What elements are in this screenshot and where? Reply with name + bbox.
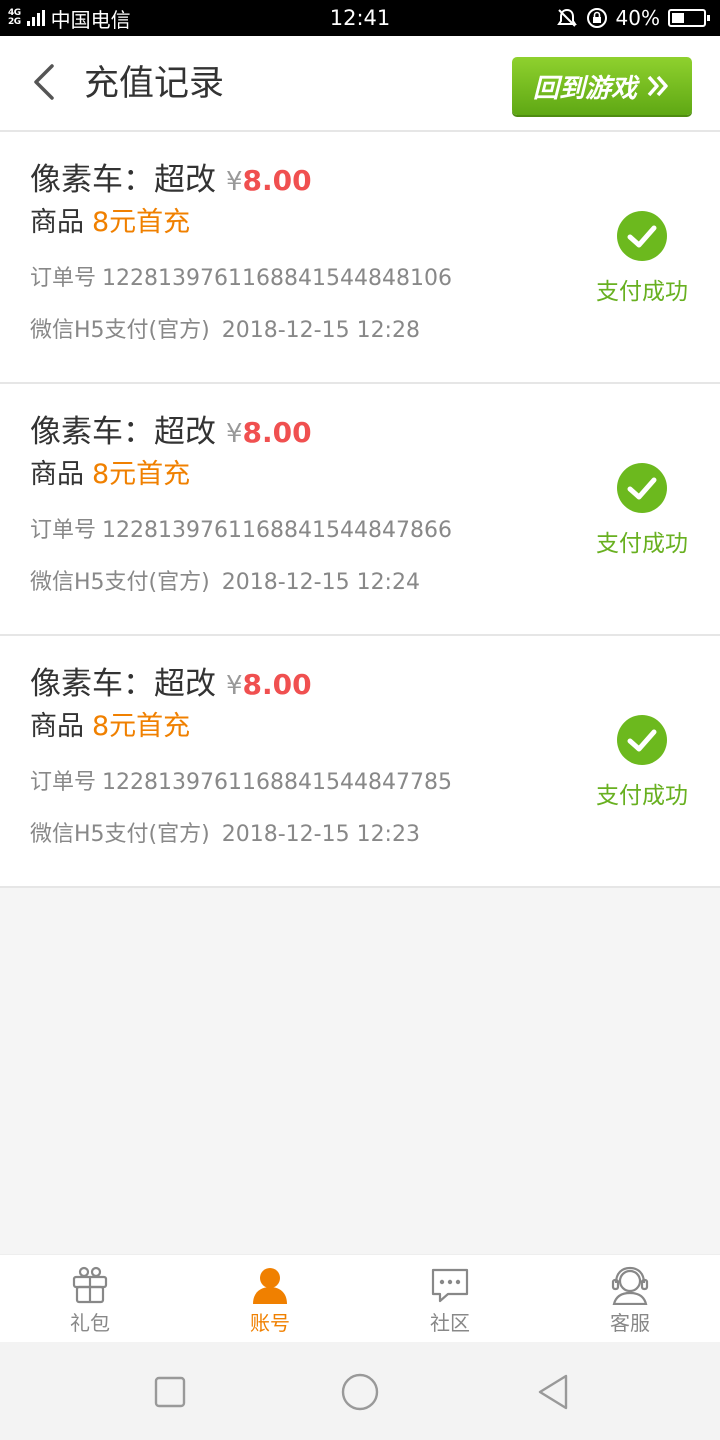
- product-name: 8元首充: [92, 711, 191, 742]
- success-check-icon: [617, 463, 667, 513]
- success-check-icon: [617, 715, 667, 765]
- success-check-icon: [617, 211, 667, 261]
- game-name: 像素车：超改: [30, 162, 216, 198]
- product-name: 8元首充: [92, 459, 191, 490]
- back-triangle-icon[interactable]: [534, 1372, 574, 1412]
- recent-apps-icon[interactable]: [150, 1372, 190, 1412]
- payment-method: 微信H5支付(官方): [30, 318, 210, 343]
- tab-label: 礼包: [70, 1311, 110, 1335]
- payment-status: 支付成功: [586, 462, 698, 558]
- header: 充值记录 回到游戏: [0, 36, 720, 132]
- currency-symbol: ¥: [226, 167, 243, 197]
- headset-icon: [611, 1266, 649, 1305]
- rotation-lock-icon: [586, 8, 607, 28]
- recharge-record[interactable]: 像素车：超改 ¥8.00 商品 8元首充 订单号 122813976116884154…: [0, 132, 720, 384]
- recharge-record[interactable]: 像素车：超改 ¥8.00 商品 8元首充 订单号 122813976116884154…: [0, 384, 720, 636]
- return-to-game-label: 回到游戏: [532, 73, 637, 104]
- currency-symbol: ¥: [226, 419, 243, 449]
- order-label: 订单号: [30, 770, 97, 795]
- recharge-record[interactable]: 像素车：超改 ¥8.00 商品 8元首充 订单号 122813976116884154…: [0, 636, 720, 888]
- payment-datetime: 2018-12-15 12:23: [221, 822, 420, 847]
- chat-bubble-icon: [431, 1268, 469, 1303]
- status-text: 支付成功: [596, 531, 688, 557]
- tab-label: 社区: [430, 1311, 470, 1335]
- order-number: 1228139761168841544847866: [102, 518, 452, 543]
- back-arrow-icon[interactable]: [24, 58, 68, 106]
- amount: 8.00: [242, 164, 312, 197]
- amount: 8.00: [242, 668, 312, 701]
- gift-icon: [72, 1266, 108, 1304]
- home-icon[interactable]: [340, 1372, 380, 1412]
- return-to-game-button[interactable]: 回到游戏: [512, 57, 692, 115]
- product-label: 商品: [30, 459, 84, 490]
- status-text: 支付成功: [596, 783, 688, 809]
- status-bar: 4G 2G 中国电信 12:41 40%: [0, 0, 720, 36]
- order-label: 订单号: [30, 518, 97, 543]
- system-nav-bar: [0, 1342, 720, 1440]
- double-chevron-right-icon: [647, 75, 668, 97]
- tab-gift[interactable]: 礼包: [0, 1255, 180, 1343]
- status-text: 支付成功: [596, 279, 688, 305]
- product-label: 商品: [30, 711, 84, 742]
- bottom-tab-bar: 礼包 账号 社区 客服: [0, 1254, 720, 1342]
- tab-account[interactable]: 账号: [180, 1255, 360, 1343]
- tab-community[interactable]: 社区: [360, 1255, 540, 1343]
- tab-label: 账号: [250, 1311, 290, 1335]
- order-number: 1228139761168841544847785: [102, 770, 452, 795]
- game-name: 像素车：超改: [30, 666, 216, 702]
- payment-method: 微信H5支付(官方): [30, 570, 210, 595]
- order-label: 订单号: [30, 266, 97, 291]
- payment-datetime: 2018-12-15 12:28: [221, 318, 420, 343]
- order-number: 1228139761168841544848106: [102, 266, 452, 291]
- account-icon: [253, 1268, 287, 1304]
- battery-percent: 40%: [615, 6, 660, 30]
- currency-symbol: ¥: [226, 671, 243, 701]
- battery-icon: [668, 9, 710, 27]
- payment-status: 支付成功: [586, 714, 698, 810]
- product-label: 商品: [30, 207, 84, 238]
- mute-bell-icon: [556, 8, 577, 27]
- tab-label: 客服: [610, 1311, 650, 1335]
- payment-datetime: 2018-12-15 12:24: [221, 570, 420, 595]
- game-name: 像素车：超改: [30, 414, 216, 450]
- tab-customer-service[interactable]: 客服: [540, 1255, 720, 1343]
- payment-method: 微信H5支付(官方): [30, 822, 210, 847]
- payment-status: 支付成功: [586, 210, 698, 306]
- product-name: 8元首充: [92, 207, 191, 238]
- amount: 8.00: [242, 416, 312, 449]
- page-title: 充值记录: [84, 64, 225, 104]
